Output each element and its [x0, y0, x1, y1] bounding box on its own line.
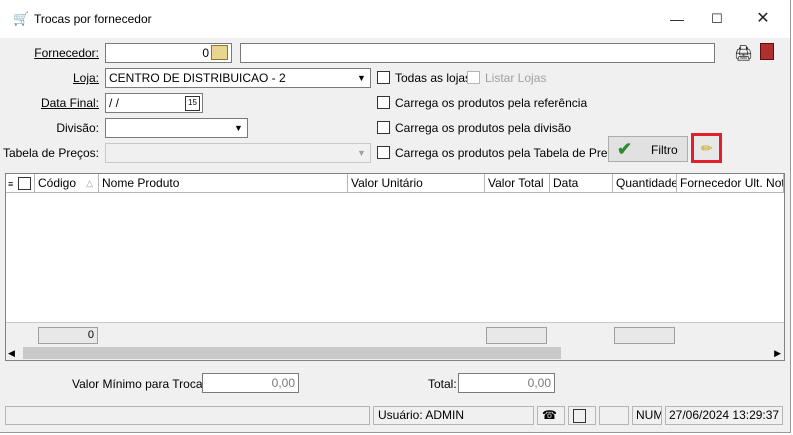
sort-asc-icon: △ [86, 178, 93, 188]
calendar-icon[interactable]: 15 [185, 96, 200, 111]
listar-lojas-label: Listar Lojas [485, 71, 547, 85]
carrega-referencia-label: Carrega os produtos pela referência [395, 96, 588, 110]
column-header-codigo[interactable]: Código △ [35, 174, 99, 193]
fornecedor-label: Fornecedor: [34, 46, 99, 60]
filtro-button[interactable]: ✔ Filtro [608, 136, 688, 162]
column-header-quantidade[interactable]: Quantidade [613, 174, 677, 193]
grid-select-all-header[interactable]: ≡ [6, 174, 35, 193]
carrega-divisao-checkbox[interactable] [377, 121, 390, 134]
data-final-field[interactable]: / / 15 [105, 93, 203, 113]
loja-label: Loja: [72, 71, 99, 85]
column-header-nome[interactable]: Nome Produto [99, 174, 348, 193]
footer-count: 0 [38, 327, 98, 344]
status-blank [599, 406, 629, 425]
calculator-icon [573, 409, 586, 423]
scroll-thumb[interactable] [23, 347, 561, 359]
eraser-icon: ✏ [701, 140, 713, 156]
fornecedor-name-field[interactable] [240, 43, 715, 63]
chevron-down-icon[interactable]: ▼ [231, 120, 246, 136]
carrega-referencia-checkbox[interactable] [377, 96, 390, 109]
status-phone[interactable]: ☎ [537, 406, 565, 425]
loja-value: CENTRO DE DISTRIBUICAO - 2 [109, 71, 286, 85]
status-calculator[interactable] [568, 406, 596, 425]
products-grid[interactable]: ≡ Código △ Nome Produto Valor Unitário V… [5, 173, 785, 361]
data-final-value: / / [109, 96, 120, 110]
checkmark-icon: ✔ [617, 139, 633, 159]
valor-minimo-label: Valor Mínimo para Trocas: [72, 377, 212, 391]
status-panel-left [5, 406, 370, 425]
chevron-down-icon[interactable]: ▼ [354, 145, 369, 161]
carrega-tabela-checkbox[interactable] [377, 146, 390, 159]
total-label: Total: [428, 377, 457, 391]
phone-icon: ☎ [542, 408, 557, 422]
total-field: 0,00 [458, 373, 555, 393]
data-final-label: Data Final: [40, 96, 99, 110]
maximize-button[interactable]: ☐ [694, 0, 740, 38]
folder-lookup-icon[interactable] [211, 45, 228, 60]
trocas-window: 🛒 Trocas por fornecedor — ☐ ✕ Fornecedor… [0, 0, 791, 433]
loja-select[interactable]: CENTRO DE DISTRIBUICAO - 2 ▼ [105, 68, 371, 88]
status-datetime: 27/06/2024 13:29:37 [665, 406, 783, 425]
column-codigo-label: Código [38, 176, 77, 190]
close-button[interactable]: ✕ [740, 0, 786, 38]
filtro-label: Filtro [651, 143, 678, 157]
tabela-precos-label: Tabela de Preços: [2, 146, 99, 160]
carrega-tabela-label: Carrega os produtos pela Tabela de Preço… [395, 146, 627, 160]
todas-lojas-checkbox[interactable] [377, 71, 390, 84]
listar-lojas-checkbox [467, 71, 480, 84]
fornecedor-code: 0 [202, 46, 209, 60]
grid-horizontal-scrollbar[interactable]: ◀ ▶ [6, 346, 784, 360]
tabela-precos-select[interactable]: ▼ [105, 143, 371, 163]
column-header-valor-unitario[interactable]: Valor Unitário [348, 174, 485, 193]
divisao-select[interactable]: ▼ [105, 118, 248, 138]
column-menu-icon: ≡ [8, 179, 14, 189]
valor-minimo-field[interactable]: 0,00 [202, 373, 299, 393]
carrega-divisao-label: Carrega os produtos pela divisão [395, 121, 572, 135]
footer-quantidade [614, 327, 675, 344]
scroll-left-icon[interactable]: ◀ [8, 346, 15, 360]
grid-footer: 0 [6, 322, 784, 347]
status-num: NUM [632, 406, 662, 425]
app-cart-icon: 🛒 [13, 11, 30, 26]
clear-filter-button[interactable]: ✏ [691, 133, 722, 163]
window-title: Trocas por fornecedor [34, 12, 152, 26]
column-header-valor-total[interactable]: Valor Total [485, 174, 550, 193]
select-all-checkbox[interactable] [17, 177, 31, 191]
column-header-fornecedor-ult-nota[interactable]: Fornecedor Ult. Nota [677, 174, 784, 193]
column-header-data[interactable]: Data [550, 174, 613, 193]
print-icon[interactable]: 🖨 [734, 44, 753, 62]
status-usuario: Usuário: ADMIN [373, 406, 534, 425]
divisao-label: Divisão: [56, 121, 99, 135]
chevron-down-icon[interactable]: ▼ [354, 70, 369, 86]
scroll-right-icon[interactable]: ▶ [774, 346, 781, 360]
todas-lojas-label: Todas as lojas [395, 71, 472, 85]
exit-door-icon[interactable] [760, 43, 774, 60]
title-bar: 🛒 Trocas por fornecedor — ☐ ✕ [0, 0, 790, 38]
footer-valor-total [486, 327, 547, 344]
